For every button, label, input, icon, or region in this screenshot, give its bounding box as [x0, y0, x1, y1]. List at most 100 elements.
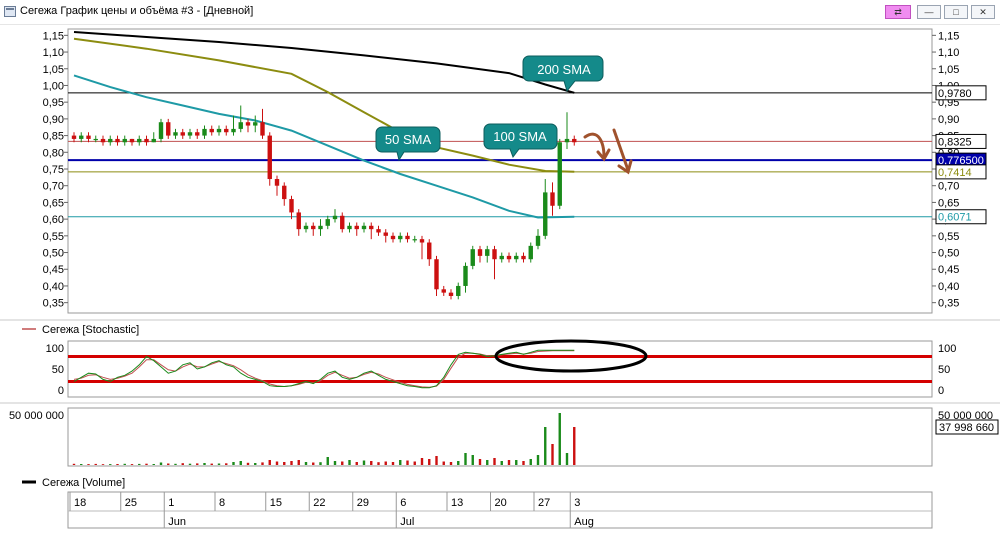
candle-body [86, 135, 91, 139]
candle-body [71, 135, 77, 139]
candle-body [144, 138, 149, 143]
volume-bar [558, 413, 561, 465]
candle-body [158, 122, 164, 139]
volume-bar [500, 461, 503, 465]
sma50-callout-label: 50 SMA [385, 132, 432, 147]
candle-body [354, 225, 359, 230]
y-tick-label: 0,35 [43, 298, 64, 310]
y-tick-label: 0,45 [43, 264, 64, 276]
y-tick-label: 0,60 [43, 214, 64, 226]
candle-body [572, 138, 577, 143]
candle-body [470, 249, 475, 266]
candle-body [390, 235, 396, 240]
candle-body [166, 122, 171, 136]
volume-bar [471, 455, 474, 465]
sma200-callout: 200 SMA [522, 55, 604, 93]
candle-body [318, 225, 323, 230]
candle-body [209, 128, 214, 133]
y-tick-label: 0,35 [938, 298, 959, 310]
volume-bar [246, 462, 250, 465]
volume-bar [304, 462, 308, 465]
candle-body [289, 199, 294, 213]
candle-body [456, 285, 461, 296]
sma100-callout: 100 SMA [483, 123, 558, 159]
volume-bar [297, 460, 300, 465]
candle-body [398, 235, 403, 240]
volume-bar [188, 463, 192, 465]
candle-body [441, 289, 446, 293]
stoch-tick-label: 100 [938, 343, 956, 355]
candle-body [173, 132, 178, 136]
volume-bar [399, 460, 402, 465]
candle-body [231, 128, 236, 133]
candle-body [492, 249, 497, 260]
sma50-callout: 50 SMA [375, 126, 441, 162]
candle-body [412, 239, 417, 241]
candle-body [151, 138, 156, 143]
volume-bar [406, 460, 409, 465]
candle-body [521, 255, 526, 260]
candle-body [528, 245, 533, 260]
price-tag-label: 0,7414 [938, 167, 972, 179]
volume-bar [210, 463, 213, 465]
day-label: 22 [313, 497, 325, 509]
volume-bar [159, 462, 163, 465]
price-tag-label: 0,6071 [938, 212, 972, 224]
candle-body [557, 142, 562, 206]
volume-bar [522, 461, 525, 465]
day-label: 13 [451, 497, 463, 509]
volume-bar [196, 463, 199, 465]
candle-body [463, 265, 468, 286]
month-label: Jun [168, 516, 186, 528]
volume-bar [377, 462, 380, 465]
candle-body [115, 138, 120, 143]
volume-bar [101, 464, 105, 465]
y-tick-label: 0,65 [938, 197, 959, 209]
volume-bar [116, 464, 119, 465]
price-tag-label: 0,8325 [938, 136, 972, 148]
y-tick-label: 0,80 [43, 147, 64, 159]
y-tick-label: 1,10 [938, 47, 959, 59]
candle-body [485, 249, 490, 256]
stoch-tick-label: 0 [58, 385, 64, 397]
candle-body [340, 215, 345, 230]
volume-bar [384, 461, 387, 465]
y-tick-label: 0,90 [938, 114, 959, 126]
price-volume-chart: 1,15 1,10 1,05 1,00 0,95 0,90 0,85 0,80 0,75 0,70… [0, 28, 1000, 529]
day-label: 15 [270, 497, 282, 509]
y-tick-label: 0,55 [938, 231, 959, 243]
volume-bar [283, 462, 286, 465]
volume-bar [72, 463, 76, 465]
candle-body [543, 192, 548, 236]
volume-bar [203, 463, 206, 465]
volume-bar [290, 461, 293, 465]
y-tick-label: 0,40 [938, 281, 959, 293]
volume-bar [138, 463, 141, 465]
candle-body [245, 122, 251, 126]
volume-bar [536, 455, 540, 465]
candle-body [427, 242, 432, 260]
candle-body [419, 239, 425, 243]
candle-body [260, 122, 265, 136]
volume-bar [486, 460, 489, 465]
y-tick-label: 0,55 [43, 231, 64, 243]
candle-body [376, 229, 381, 233]
candle-body [434, 259, 439, 290]
down-arrow-line [612, 128, 630, 172]
candle-body [514, 255, 519, 260]
sma200-line [73, 31, 575, 94]
candle-body [499, 255, 504, 260]
candle-body [311, 225, 316, 230]
volume-bar [152, 464, 155, 465]
y-tick-label: 0,95 [43, 97, 64, 109]
price-axis-left: 1,15 1,10 1,05 1,00 0,95 0,90 0,85 0,80 0,75 0,70… [43, 30, 68, 310]
volume-bar [109, 464, 112, 465]
volume-bar [413, 461, 416, 465]
candle-body [361, 225, 367, 230]
volume-bar [435, 456, 438, 465]
volume-bar [478, 459, 482, 465]
volume-panel-frame [67, 407, 933, 467]
candle-body [187, 132, 193, 136]
volume-panel: 50 000 000 50 000 00037 998 660 [9, 410, 999, 465]
volume-bar [94, 463, 97, 465]
